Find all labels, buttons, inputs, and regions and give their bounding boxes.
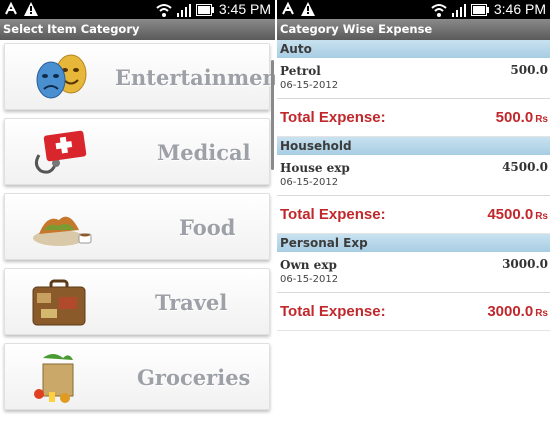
category-label: Entertainment [115,65,275,90]
warning-icon [300,1,316,17]
category-item-entertainment[interactable]: Entertainment [4,43,275,110]
expense-entry[interactable]: Own exp 06-15-2012 3000.0 [277,252,550,292]
expense-entry[interactable]: House exp 06-15-2012 4500.0 [277,155,550,195]
category-select-screen: 3:45 PM Select Item Category Entertainme… [0,0,275,445]
screen-title: Select Item Category [0,19,275,40]
category-expense-screen: 3:46 PM Category Wise Expense Auto Petro… [277,0,550,445]
total-label: Total Expense: [280,109,386,126]
wifi-icon [431,2,447,18]
scrollbar[interactable] [271,60,274,170]
currency-label: Rs [535,308,548,319]
status-clock: 3:45 PM [218,1,271,17]
signal-icon [176,3,191,17]
entry-amount: 4500.0 [502,160,548,174]
category-label: Travel [155,290,228,315]
status-bar: 3:46 PM [277,0,550,19]
signal-icon [451,3,466,17]
food-platter-icon [29,200,93,256]
category-label: Food [179,215,236,240]
battery-icon [470,3,489,16]
status-clock: 3:46 PM [493,1,546,17]
total-label: Total Expense: [280,206,386,223]
total-value: 4500.0 Rs [487,206,548,223]
entry-amount: 3000.0 [502,257,548,271]
entry-name: House exp [280,161,350,175]
usb-debug-icon [280,1,296,17]
expense-list: Auto Petrol 06-15-2012 500.0 Total Expen… [277,40,550,445]
category-item-medical[interactable]: Medical [4,118,270,185]
battery-icon [195,3,214,16]
total-row: Total Expense: 4500.0 Rs [277,196,550,234]
wifi-icon [156,2,172,18]
category-list: Entertainment Medical Food Travel Grocer… [0,40,275,445]
total-value: 3000.0 Rs [487,303,548,320]
total-row: Total Expense: 500.0 Rs [277,99,550,137]
entry-date: 06-15-2012 [280,80,339,91]
section-header-auto: Auto [277,40,550,58]
theater-masks-icon [29,50,93,106]
category-label: Groceries [137,365,251,390]
total-label: Total Expense: [280,303,386,320]
entry-name: Own exp [280,258,337,272]
category-label: Medical [157,140,251,165]
screen-title: Category Wise Expense [277,19,550,40]
status-bar: 3:45 PM [0,0,275,19]
warning-icon [23,1,39,17]
total-value: 500.0 Rs [495,109,548,126]
usb-debug-icon [3,1,19,17]
category-item-food[interactable]: Food [4,193,270,260]
expense-entry[interactable]: Petrol 06-15-2012 500.0 [277,58,550,98]
total-row: Total Expense: 3000.0 Rs [277,293,550,331]
entry-name: Petrol [280,64,321,78]
section-header-household: Household [277,137,550,155]
entry-date: 06-15-2012 [280,177,339,188]
suitcase-icon [29,275,93,331]
category-item-groceries[interactable]: Groceries [4,343,270,410]
category-item-travel[interactable]: Travel [4,268,270,335]
entry-amount: 500.0 [510,63,548,77]
entry-date: 06-15-2012 [280,274,339,285]
first-aid-kit-icon [29,125,93,181]
currency-label: Rs [535,114,548,125]
currency-label: Rs [535,211,548,222]
section-header-personal-exp: Personal Exp [277,234,550,252]
grocery-bag-icon [29,350,93,406]
